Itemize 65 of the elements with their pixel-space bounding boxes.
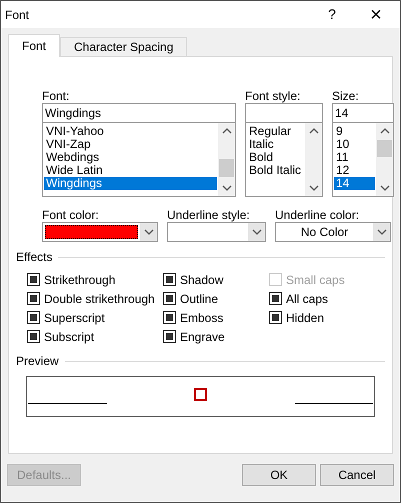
list-item[interactable]: Italic bbox=[247, 138, 304, 151]
tab[interactable]: Character Spacing bbox=[60, 37, 188, 56]
scrollbar-thumb[interactable] bbox=[219, 159, 234, 177]
checkbox-label: Superscript bbox=[44, 310, 105, 326]
list-item[interactable]: Bold bbox=[247, 151, 304, 164]
list-item[interactable]: VNI-Yahoo bbox=[44, 125, 217, 138]
help-button[interactable]: ? bbox=[322, 4, 342, 25]
list-box[interactable]: Regular Italic Bold Bold Italic bbox=[245, 123, 323, 197]
field-label: Font color: bbox=[42, 207, 100, 222]
cancel-button[interactable]: Cancel bbox=[320, 464, 394, 486]
checkbox-label: Emboss bbox=[180, 310, 224, 326]
scrollbar[interactable] bbox=[305, 123, 322, 196]
color-dropdown[interactable] bbox=[42, 222, 158, 242]
checkbox-label: Strikethrough bbox=[44, 272, 116, 288]
list-item[interactable]: Regular bbox=[247, 125, 304, 138]
checkbox-label: Subscript bbox=[44, 328, 94, 346]
checkbox[interactable] bbox=[163, 273, 176, 286]
list-item[interactable]: 11 bbox=[334, 151, 375, 164]
checkbox[interactable] bbox=[27, 273, 40, 286]
scrollbar-thumb[interactable] bbox=[377, 140, 392, 157]
text-field[interactable]: Wingdings bbox=[42, 103, 236, 123]
checkbox-label: Small caps bbox=[286, 272, 345, 288]
checkbox[interactable] bbox=[163, 292, 176, 305]
list-item[interactable]: 14 bbox=[334, 177, 375, 190]
checkbox-label: Double strikethrough bbox=[44, 290, 155, 308]
dropdown[interactable] bbox=[167, 222, 266, 242]
checkbox[interactable] bbox=[269, 292, 282, 305]
checkbox[interactable] bbox=[27, 330, 40, 343]
checkbox[interactable] bbox=[163, 311, 176, 324]
section-title: Preview bbox=[16, 353, 59, 370]
list-item[interactable]: Webdings bbox=[44, 151, 217, 164]
close-button[interactable]: × bbox=[366, 4, 386, 24]
checkbox-label: Hidden bbox=[286, 310, 324, 326]
text-field[interactable]: 14 bbox=[332, 103, 394, 123]
checkbox[interactable] bbox=[27, 292, 40, 305]
checkbox-label: Outline bbox=[180, 290, 218, 308]
checkbox[interactable] bbox=[269, 311, 282, 324]
field-label: Font style: bbox=[245, 88, 302, 103]
field-label: Size: bbox=[332, 88, 360, 103]
field-label: Underline color: bbox=[275, 207, 360, 222]
list-box[interactable]: VNI-Yahoo VNI-Zap Webdings Wide Latin Wingdings bbox=[42, 123, 236, 197]
scrollbar[interactable] bbox=[218, 123, 235, 196]
list-item[interactable]: 12 bbox=[334, 164, 375, 177]
checkbox-label: All caps bbox=[286, 290, 328, 308]
list-box[interactable]: 9 10 11 12 14 bbox=[332, 123, 394, 197]
field-label: Underline style: bbox=[167, 207, 251, 222]
square-glyph bbox=[194, 388, 207, 400]
ok-button[interactable]: OK bbox=[242, 464, 316, 486]
checkbox-label: Shadow bbox=[180, 272, 224, 288]
window-title: Font bbox=[5, 6, 30, 24]
list-item[interactable]: Wide Latin bbox=[44, 164, 217, 177]
list-item[interactable]: Wingdings bbox=[44, 177, 217, 190]
list-item[interactable]: 9 bbox=[334, 125, 375, 138]
checkbox[interactable] bbox=[163, 330, 176, 343]
dropdown[interactable]: No Color bbox=[275, 222, 391, 242]
list-item[interactable]: 10 bbox=[334, 138, 375, 151]
list-item[interactable]: VNI-Zap bbox=[44, 138, 217, 151]
checkbox[interactable] bbox=[27, 311, 40, 324]
section-title: Effects bbox=[16, 249, 52, 266]
field-label: Font: bbox=[42, 88, 70, 103]
scrollbar[interactable] bbox=[376, 123, 393, 196]
tab[interactable]: Font bbox=[8, 34, 60, 57]
list-item[interactable]: Bold Italic bbox=[247, 164, 304, 177]
text-field[interactable] bbox=[245, 103, 323, 123]
checkbox-label: Engrave bbox=[180, 328, 225, 346]
